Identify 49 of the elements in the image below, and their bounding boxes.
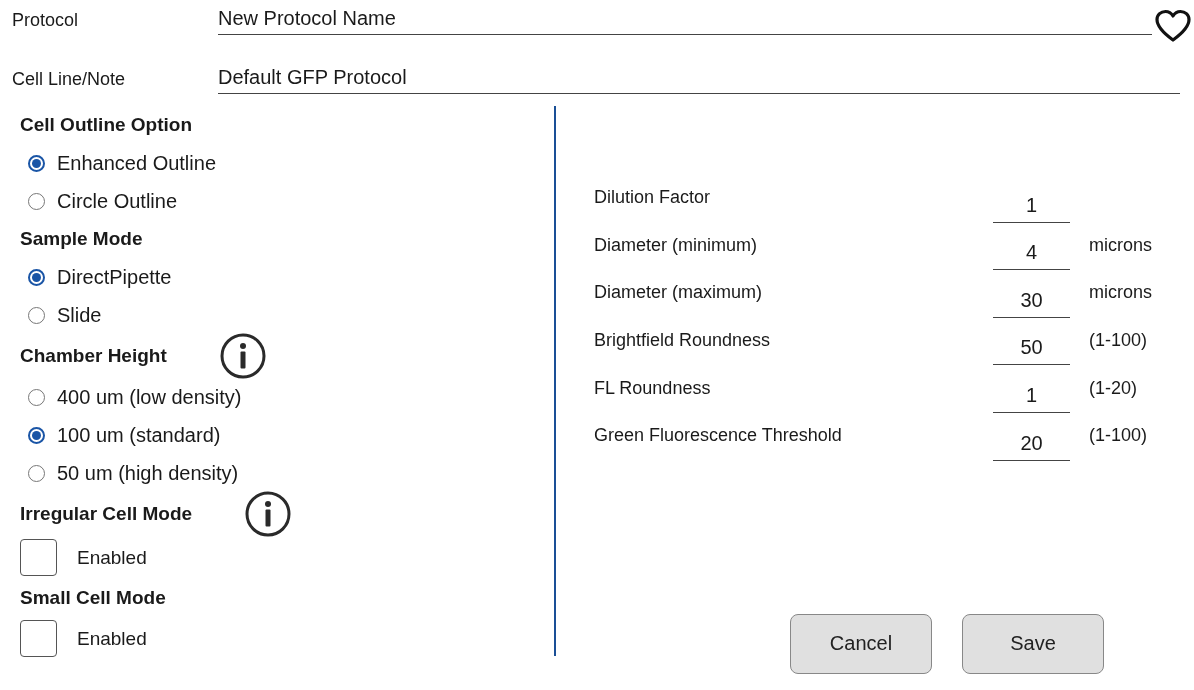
section-heading: Chamber Height — [20, 345, 167, 367]
text-field[interactable]: New Protocol Name — [218, 6, 1152, 35]
section-heading: Irregular Cell Mode — [20, 503, 193, 525]
checkbox[interactable] — [20, 620, 57, 657]
radio-button[interactable] — [28, 306, 45, 324]
radio-button[interactable] — [28, 154, 45, 172]
radio-button[interactable] — [28, 192, 45, 210]
section-heading: Small Cell Mode — [20, 587, 166, 609]
parameter-label: Diameter (maximum) — [594, 282, 763, 304]
unit-label: microns — [1089, 282, 1153, 304]
section-heading: Cell Outline Option — [20, 114, 193, 136]
parameter-label: Diameter (minimum) — [594, 234, 758, 256]
option-label: Circle Outline — [57, 189, 178, 213]
radio-button[interactable] — [28, 388, 45, 406]
parameter-label: Dilution Factor — [594, 187, 712, 209]
text-field[interactable]: Default GFP Protocol — [218, 65, 1180, 94]
parameter-label: Green Fluorescence Threshold — [594, 425, 843, 447]
dialog-button[interactable]: Cancel — [790, 614, 932, 674]
option-label: Slide — [57, 303, 102, 327]
radio-button[interactable] — [28, 464, 45, 482]
unit-label: (1-20) — [1089, 377, 1138, 399]
number-field[interactable]: 50 — [993, 335, 1070, 366]
option-label: 100 um (standard) — [57, 423, 221, 447]
number-field[interactable]: 4 — [993, 240, 1070, 271]
unit-label: microns — [1089, 234, 1153, 256]
field-label: Protocol — [11, 10, 80, 31]
parameter-label: Brightfield Roundness — [594, 330, 772, 352]
field-label: Cell Line/Note — [11, 69, 127, 90]
number-field[interactable]: 30 — [993, 287, 1070, 318]
number-field[interactable]: 1 — [993, 382, 1070, 413]
radio-button[interactable] — [28, 426, 45, 444]
option-label: DirectPipette — [57, 265, 172, 289]
option-label: Enabled — [77, 627, 147, 650]
section-heading: Sample Mode — [20, 228, 143, 250]
info-icon[interactable] — [219, 333, 266, 379]
number-field[interactable]: 20 — [993, 430, 1070, 461]
heart-icon[interactable] — [1154, 9, 1192, 43]
unit-label: (1-100) — [1089, 425, 1149, 447]
option-label: Enhanced Outline — [57, 151, 216, 175]
dialog-button[interactable]: Save — [962, 614, 1104, 674]
option-label: 50 um (high density) — [57, 461, 239, 485]
info-icon[interactable] — [245, 491, 292, 537]
option-label: 400 um (low density) — [57, 385, 242, 409]
unit-label: (1-100) — [1089, 330, 1149, 352]
radio-button[interactable] — [28, 268, 45, 286]
parameter-label: FL Roundness — [594, 377, 712, 399]
number-field[interactable]: 1 — [993, 192, 1070, 223]
checkbox[interactable] — [20, 539, 57, 576]
option-label: Enabled — [77, 546, 147, 569]
